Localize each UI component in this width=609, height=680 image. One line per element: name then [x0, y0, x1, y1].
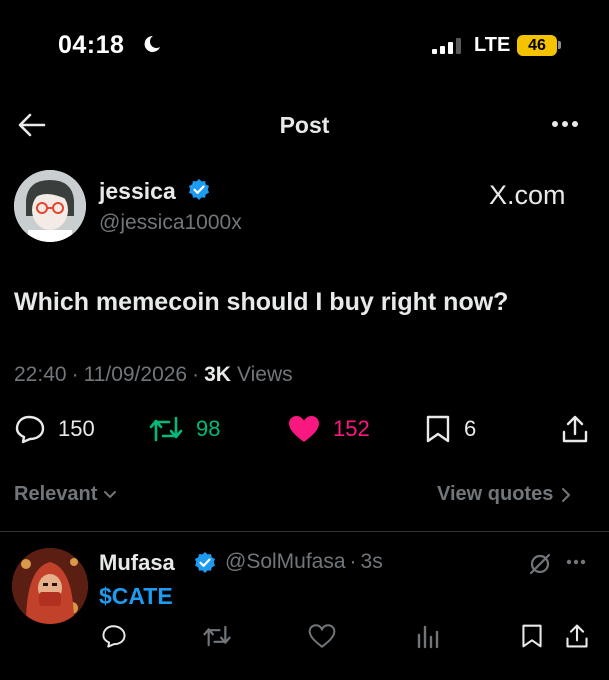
post-time: 22:40	[14, 363, 67, 386]
like-button[interactable]: 152	[287, 414, 370, 444]
reply-count: 150	[58, 416, 95, 441]
grok-icon[interactable]	[528, 552, 552, 576]
source-watermark: X.com	[489, 180, 566, 210]
signal-icon	[432, 38, 461, 54]
heart-icon	[289, 416, 319, 442]
moon-icon	[144, 35, 160, 52]
views-label[interactable]: Views	[237, 363, 293, 387]
repost-button[interactable]: 98	[148, 414, 220, 444]
network-label: LTE	[474, 34, 511, 56]
avatar-illustration	[14, 170, 86, 242]
repost-icon[interactable]	[202, 623, 232, 649]
meta-separator: ·	[71, 363, 79, 386]
verified-badge-icon	[189, 179, 209, 200]
more-options-button[interactable]	[550, 114, 580, 134]
meta-separator: ·	[192, 363, 200, 386]
view-quotes-link[interactable]: View quotes	[437, 483, 571, 506]
chevron-right-icon	[562, 487, 571, 502]
status-time: 04:18	[58, 31, 125, 59]
battery-icon: 46	[517, 35, 557, 56]
author-name[interactable]: jessica	[99, 178, 176, 205]
reply-handle-row: @SolMufasa · 3s	[225, 550, 383, 574]
view-quotes-label: View quotes	[437, 483, 554, 505]
page-title: Post	[279, 112, 330, 138]
reply-text-cashtag[interactable]: $CATE	[99, 583, 173, 610]
sort-dropdown[interactable]: Relevant	[14, 483, 117, 506]
reply-icon[interactable]	[101, 623, 127, 649]
battery-nub	[558, 41, 561, 49]
bookmark-icon	[426, 415, 450, 443]
reply-age: 3s	[360, 550, 383, 573]
meta-separator: ·	[349, 550, 357, 573]
share-icon[interactable]	[564, 623, 590, 649]
post-text: Which memecoin should I buy right now?	[14, 288, 509, 316]
bookmark-icon[interactable]	[520, 623, 544, 649]
battery-level: 46	[528, 36, 546, 54]
verified-badge-icon	[195, 552, 215, 573]
share-icon[interactable]	[560, 414, 590, 444]
reply-icon	[15, 415, 45, 444]
views-count: 3K	[204, 363, 231, 386]
like-count: 152	[333, 416, 370, 441]
repost-count: 98	[196, 416, 221, 441]
author-handle[interactable]: @jessica1000x	[99, 211, 242, 235]
post-date: 11/09/2026	[83, 363, 188, 386]
repost-icon	[149, 416, 183, 442]
post-meta: 22:40 · 11/09/2026 · 3K Views	[14, 363, 293, 387]
bookmark-button[interactable]: 6	[424, 414, 476, 444]
bookmark-count: 6	[464, 416, 477, 441]
reply-button[interactable]: 150	[14, 414, 95, 444]
sort-label: Relevant	[14, 483, 98, 505]
heart-outline-icon[interactable]	[308, 623, 336, 649]
views-bar-icon[interactable]	[414, 623, 440, 649]
more-horizontal-icon[interactable]	[566, 556, 586, 568]
chevron-down-icon	[104, 490, 117, 498]
reply-author-name[interactable]: Mufasa	[99, 550, 175, 576]
avatar-illustration	[12, 548, 88, 624]
divider	[0, 531, 609, 532]
reply-author-handle[interactable]: @SolMufasa	[225, 550, 346, 574]
author-avatar[interactable]	[14, 170, 86, 242]
reply-avatar[interactable]	[12, 548, 88, 624]
